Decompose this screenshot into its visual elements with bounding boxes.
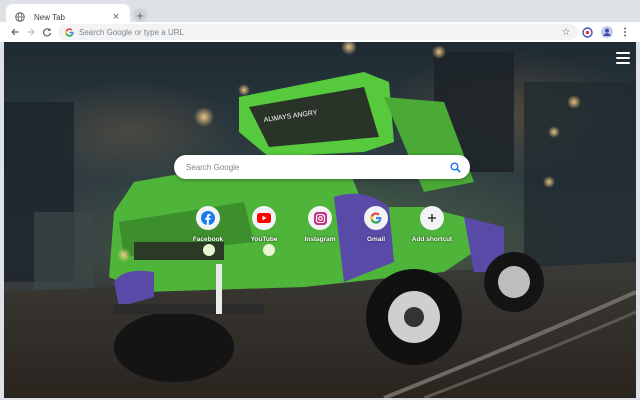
extension-icon[interactable] [580,25,594,39]
search-box[interactable] [174,155,470,179]
shortcut-youtube[interactable]: YouTube [236,206,292,243]
avatar[interactable] [600,25,614,39]
shortcut-label: Gmail [366,236,386,243]
search-input[interactable] [186,162,448,172]
omnibox[interactable]: ☆ [58,24,578,40]
shortcut-gmail[interactable]: Gmail [348,206,404,243]
reload-icon[interactable] [40,25,54,39]
back-icon[interactable] [8,25,22,39]
search-icon[interactable] [448,160,462,174]
add-shortcut-button[interactable]: Add shortcut [404,206,460,243]
tab-title: New Tab [34,12,65,22]
forward-icon[interactable] [24,25,38,39]
google-icon [64,27,74,37]
omnibox-input[interactable] [79,27,560,37]
menu-icon[interactable] [616,52,630,64]
shortcut-facebook[interactable]: Facebook [180,206,236,243]
shortcut-label: Instagram [304,236,336,243]
plus-icon [420,206,444,230]
shortcut-instagram[interactable]: Instagram [292,206,348,243]
star-icon[interactable]: ☆ [560,26,572,38]
shortcuts: Facebook YouTube Instagram Gmail Add sho… [184,206,484,254]
shortcut-label: Add shortcut [411,236,453,243]
youtube-icon [252,206,276,230]
new-tab-page: ALWAYS ANGRY Facebook YouTube Instagram [4,42,636,398]
shortcut-label: Facebook [192,236,224,243]
toolbar: ☆ [0,22,640,42]
instagram-icon [308,206,332,230]
more-vert-icon[interactable] [618,25,632,39]
facebook-icon [196,206,220,230]
google-icon [364,206,388,230]
new-tab-button[interactable]: + [133,8,147,23]
shortcut-label: YouTube [250,236,278,243]
